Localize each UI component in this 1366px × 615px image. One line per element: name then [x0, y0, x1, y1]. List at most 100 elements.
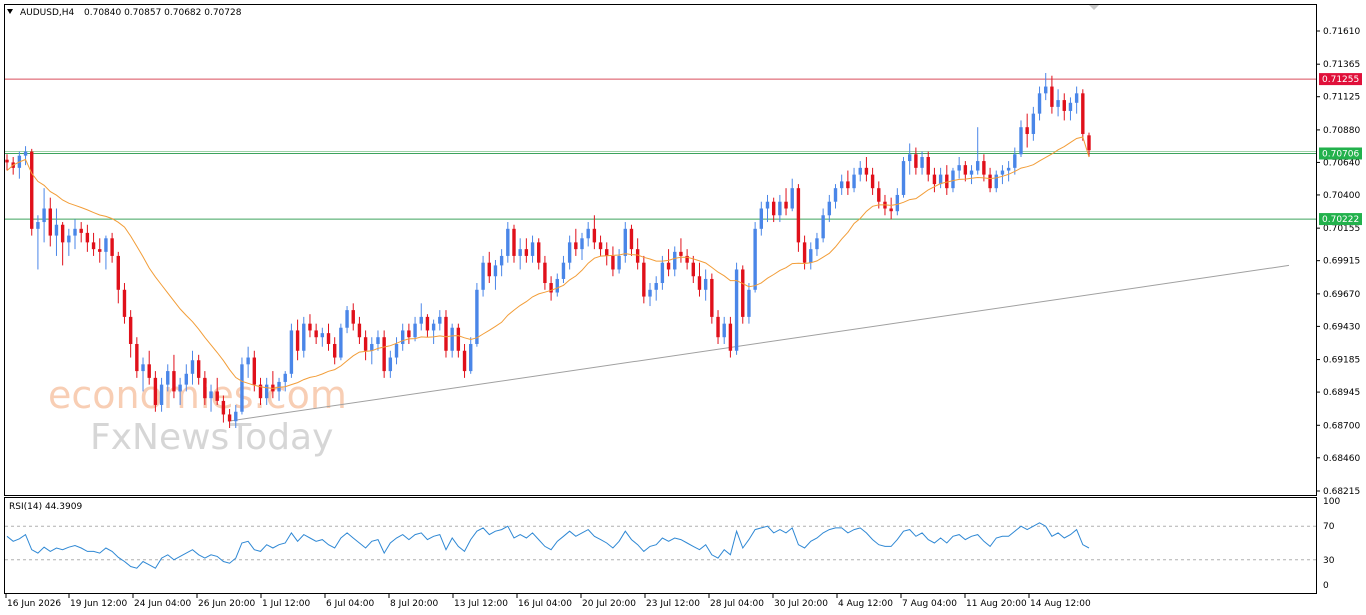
candle	[345, 306, 349, 334]
candle	[976, 127, 980, 175]
price-tick-label: 0.71365	[1323, 60, 1360, 70]
support-trendline[interactable]	[227, 264, 1290, 422]
candle	[734, 262, 739, 355]
candle-body	[345, 310, 349, 328]
candle	[394, 337, 399, 365]
candle	[289, 323, 294, 378]
time-label: 16 Jun 2026	[7, 599, 61, 609]
candle	[561, 255, 566, 284]
candle	[574, 228, 578, 256]
price-label: 0.71255	[1322, 75, 1359, 85]
candle-body	[697, 276, 702, 290]
candle	[104, 235, 108, 270]
price-tick-label: 0.68215	[1323, 487, 1360, 497]
candle-body	[462, 350, 467, 372]
candle	[308, 314, 312, 338]
candle-body	[1062, 100, 1066, 111]
candle-body	[172, 371, 176, 392]
candle-body	[499, 255, 504, 266]
candle	[654, 276, 658, 301]
candle-body	[60, 224, 65, 243]
candle-body	[438, 316, 442, 324]
price-label: 0.70222	[1322, 215, 1359, 225]
candle	[827, 194, 832, 223]
rsi-tick-label: 70	[1323, 522, 1335, 532]
candle-body	[895, 194, 900, 212]
candle	[5, 154, 9, 171]
candle	[549, 276, 553, 301]
candle-body	[67, 235, 71, 243]
candle-body	[524, 249, 529, 256]
candle	[456, 323, 461, 358]
candle-body	[475, 289, 479, 344]
collapse-triangle-icon[interactable]	[7, 9, 13, 14]
candle-body	[660, 262, 665, 284]
candles	[5, 73, 1091, 428]
candle	[135, 337, 139, 378]
candle	[1000, 165, 1005, 185]
candle-body	[969, 170, 974, 175]
candle	[1081, 89, 1085, 141]
candle	[499, 249, 504, 277]
candle-body	[877, 188, 881, 202]
candle	[938, 167, 943, 189]
candle	[512, 224, 516, 263]
time-label: 16 Jul 04:00	[518, 599, 572, 609]
ma-line	[6, 136, 1090, 389]
rsi-tick-label: 0	[1323, 581, 1329, 591]
candle-body	[23, 151, 28, 156]
time-axis: 16 Jun 2026 19 Jun 12:00 24 Jun 04:00 26 Ju…	[5, 594, 1091, 609]
candle	[110, 232, 114, 263]
candle-body	[870, 174, 875, 189]
candle-body	[784, 201, 788, 209]
candle-body	[809, 249, 813, 263]
candle	[506, 222, 510, 263]
time-label: 8 Jul 20:00	[390, 599, 439, 609]
candle-body	[401, 330, 405, 344]
candle	[926, 151, 930, 182]
candle-body	[518, 249, 522, 256]
time-label: 6 Jul 04:00	[326, 599, 375, 609]
candle-body	[506, 228, 510, 256]
rsi-tick-label: 100	[1323, 497, 1340, 507]
candle-body	[1037, 93, 1042, 114]
candle-body	[332, 343, 337, 358]
candle-body	[907, 154, 912, 162]
candle	[679, 238, 683, 263]
candle-body	[796, 188, 801, 243]
trend-line[interactable]	[227, 264, 1290, 422]
candle	[716, 310, 720, 344]
candle	[617, 249, 621, 274]
candle-body	[623, 228, 627, 256]
candle-body	[1074, 93, 1079, 103]
candle	[1074, 86, 1079, 114]
moving-average	[6, 136, 1090, 389]
candle-body	[388, 357, 393, 372]
candle-body	[122, 289, 127, 317]
candle-body	[48, 208, 52, 236]
time-label: 30 Jul 20:00	[774, 599, 828, 609]
price-chart[interactable]: economies.com FxNewsToday 100 70 30 0 0.716…	[0, 0, 1366, 615]
candle	[524, 238, 529, 263]
time-label: 19 Jun 12:00	[70, 599, 127, 609]
candle	[85, 224, 90, 252]
price-tick-label: 0.68945	[1323, 388, 1360, 398]
candle	[839, 174, 844, 195]
candle-body	[1087, 135, 1091, 151]
candle-body	[147, 364, 151, 378]
candle-body	[1044, 86, 1048, 94]
candle-body	[722, 323, 726, 338]
candle-body	[988, 174, 992, 189]
candle-body	[530, 242, 535, 256]
candle-body	[951, 170, 955, 189]
candle	[530, 235, 535, 263]
shift-marker-icon[interactable]	[1089, 5, 1099, 10]
candle-body	[30, 151, 34, 229]
candle-body	[240, 364, 244, 412]
candle-body	[629, 228, 634, 250]
candle-body	[543, 262, 547, 284]
candle-body	[598, 242, 603, 250]
candle-body	[679, 251, 683, 256]
candle-body	[963, 165, 968, 175]
time-label: 24 Jun 04:00	[134, 599, 191, 609]
